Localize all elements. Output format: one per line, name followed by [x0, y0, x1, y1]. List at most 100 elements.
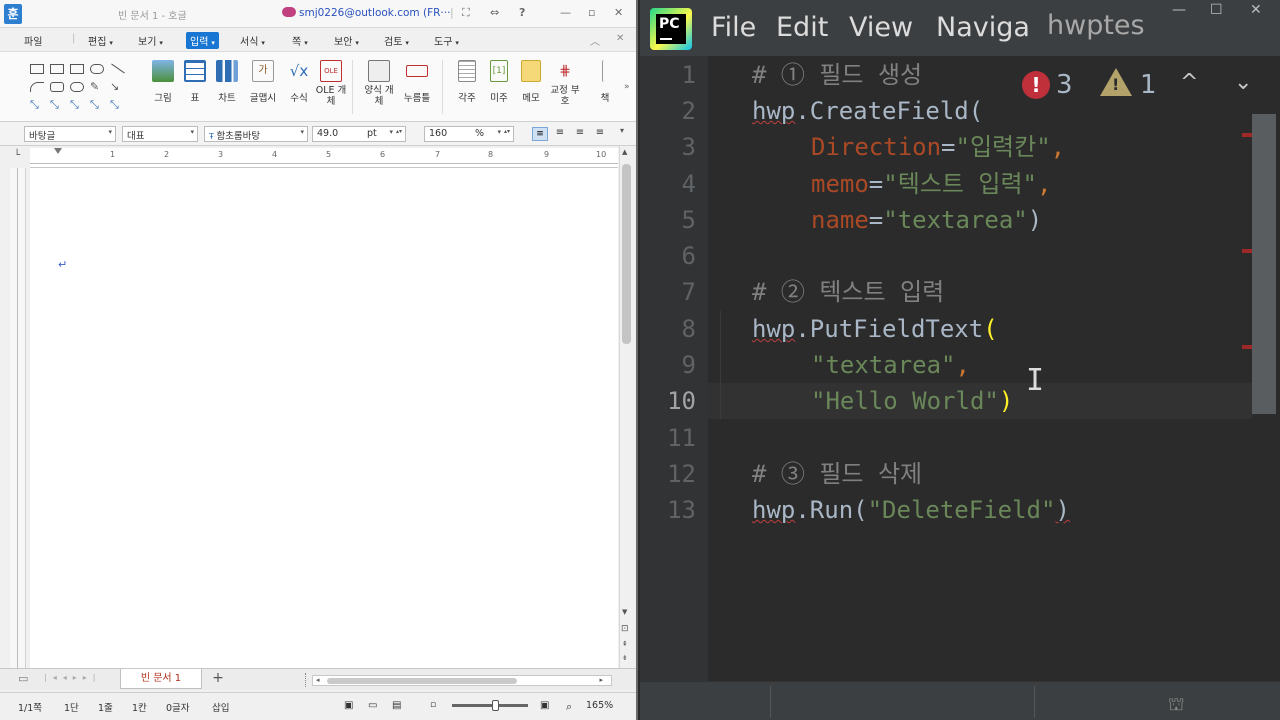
connector-3-icon[interactable]: ⤡ [70, 98, 79, 112]
insert-footnote-button[interactable]: 각주 [450, 60, 484, 104]
scroll-left-icon[interactable]: ◂ [316, 676, 320, 684]
pycharm-close-icon[interactable]: ✕ [1250, 2, 1262, 18]
maximize-icon[interactable]: ▫ [588, 6, 595, 19]
horizontal-ruler[interactable]: 1 2 3 4 5 6 7 8 9 10 [30, 148, 618, 168]
font-name-select[interactable]: Ŧ 함초롬바탕 ▾ [204, 126, 308, 142]
warning-count[interactable]: 1 [1140, 70, 1157, 100]
hwp-vertical-scrollbar[interactable]: ▲ ▼ ⊡ ⇞ ⇟ [619, 146, 633, 668]
align-left-icon[interactable]: ≡ [552, 127, 568, 141]
status-page[interactable]: 1/1쪽 [18, 700, 42, 714]
split-handle[interactable] [305, 673, 307, 687]
ribbon-expand-icon[interactable]: » [624, 82, 630, 92]
next-page-icon[interactable]: ⇟ [622, 654, 628, 662]
shape-line-icon[interactable] [111, 63, 125, 74]
editor-vertical-scrollbar[interactable] [1252, 114, 1276, 414]
tab-type-icon[interactable]: └ [10, 150, 24, 164]
code-editor[interactable]: 1 2 3 4 5 6 7 8 9 10 11 12 13 # ① 필드 생성 … [640, 56, 1280, 681]
menu-view[interactable]: 보기 ▾ [138, 33, 163, 48]
align-justify-icon[interactable]: ≡ [532, 127, 548, 141]
connector-4-icon[interactable]: ⤡ [90, 98, 99, 112]
tab-list-icon[interactable]: ▭ [18, 672, 28, 685]
shape-curve-icon[interactable] [70, 82, 84, 92]
fullscreen-icon[interactable]: ⛶ [462, 6, 470, 20]
zoom-magnifier-icon[interactable]: ⌕ [566, 700, 572, 714]
font-lang-select[interactable]: 대표 ▾ [122, 126, 198, 142]
line-spacing-select[interactable]: 160% ▾ ▴▾ [424, 126, 514, 142]
insert-equation-button[interactable]: √x 수식 [282, 60, 316, 104]
shape-textbox-icon[interactable] [30, 64, 44, 74]
view-page-icon[interactable]: ▤ [392, 700, 401, 711]
shape-rectangle-icon[interactable] [70, 64, 84, 74]
toolbar-more-icon[interactable]: ▾ [620, 126, 624, 135]
insert-form-button[interactable]: 양식 개체 [362, 60, 396, 107]
insert-chart-button[interactable]: 차트 [210, 60, 244, 104]
pycharm-minimize-icon[interactable]: — [1172, 2, 1186, 18]
insert-proof-button[interactable]: ⋕ 교정 부호 [548, 60, 582, 107]
add-tab-button[interactable]: + [208, 671, 228, 687]
help-icon[interactable]: ? [519, 6, 525, 19]
shape-ellipse-icon[interactable] [90, 64, 104, 74]
status-zoom[interactable]: 165% [586, 700, 613, 711]
shapes-gallery[interactable]: ✎ ↘ ⤡ ⤡ ⤡ ⤡ ⤡ [26, 58, 138, 116]
next-problem-icon[interactable]: ⌄ [1234, 70, 1252, 95]
style-select[interactable]: 바탕글 ▾ [24, 126, 116, 142]
menu-tools[interactable]: 도구 ▾ [434, 33, 459, 48]
shape-pen-icon[interactable]: ✎ [90, 80, 99, 93]
line-number-gutter[interactable]: 1 2 3 4 5 6 7 8 9 10 11 12 13 [640, 56, 708, 681]
zoom-slider[interactable] [452, 700, 528, 711]
menu-edit[interactable]: 편집 ▾ [88, 33, 113, 48]
inspector-icon[interactable]: ⛫ [1168, 694, 1185, 718]
insert-table-button[interactable]: 표 [178, 60, 212, 104]
pycharm-logo-icon[interactable]: PC [650, 8, 692, 50]
account-label[interactable]: smj0226@outlook.com (FR··· [282, 7, 450, 19]
document-page[interactable] [30, 168, 618, 668]
align-right-icon[interactable]: ≡ [592, 127, 608, 141]
hwp-horizontal-scrollbar[interactable]: ◂ ▸ [312, 675, 612, 686]
insert-ole-button[interactable]: OLE OLE 개체 [314, 60, 348, 107]
insert-picture-button[interactable]: 그림 [146, 60, 180, 104]
tab-blank-document[interactable]: 빈 문서 1 [120, 669, 202, 689]
hwp-hscroll-thumb[interactable] [327, 678, 517, 684]
error-icon[interactable]: ! [1022, 71, 1050, 99]
spin-icon[interactable]: ▴▾ [504, 128, 510, 135]
hwp-logo-icon[interactable]: 훈 [4, 4, 22, 24]
zoom-fit-icon[interactable]: ▣ [540, 700, 549, 711]
tab-nav-icon[interactable]: |◂◂▸▸| [44, 673, 101, 682]
pycharm-menu-navigate[interactable]: Naviga [936, 12, 1030, 43]
warning-icon[interactable]: ! [1100, 68, 1132, 96]
insert-clickhere-button[interactable]: 누름틀 [400, 60, 434, 104]
menu-format[interactable]: 서식 ▾ [240, 33, 265, 48]
prev-page-icon[interactable]: ⇞ [622, 640, 628, 648]
pycharm-menu-edit[interactable]: Edit [776, 12, 828, 43]
scroll-up-icon[interactable]: ▲ [622, 148, 627, 156]
insert-book-button[interactable]: 책 [592, 60, 618, 104]
menu-page[interactable]: 쪽 ▾ [292, 33, 308, 48]
insert-fontart-button[interactable]: 가 글맵시 [246, 60, 280, 104]
scroll-down-icon[interactable]: ▼ [622, 608, 627, 616]
minimize-icon[interactable]: — [560, 6, 571, 19]
connector-5-icon[interactable]: ⤡ [110, 98, 119, 112]
close-icon[interactable]: ✕ [614, 6, 623, 19]
view-web-icon[interactable]: ▭ [368, 700, 377, 711]
menu-file[interactable]: 파일 [24, 33, 42, 48]
ribbon-close-icon[interactable]: ✕ [616, 33, 624, 44]
pycharm-menu-file[interactable]: File [711, 12, 756, 43]
font-size-select[interactable]: 49.0 pt ▾ ▴▾ [312, 126, 406, 142]
status-insert-mode[interactable]: 삽입 [212, 700, 229, 714]
align-center-icon[interactable]: ≡ [572, 127, 588, 141]
previous-problem-icon[interactable]: ^ [1180, 70, 1198, 95]
menu-insert[interactable]: 입력 ▾ [186, 32, 219, 49]
pycharm-maximize-icon[interactable]: ☐ [1210, 2, 1223, 18]
shape-rect-icon[interactable] [50, 64, 64, 74]
indent-marker-icon[interactable] [54, 148, 62, 156]
shape-arc-icon[interactable] [30, 82, 44, 92]
zoom-slider-knob[interactable] [491, 700, 499, 711]
connector-1-icon[interactable]: ⤡ [30, 98, 39, 112]
pycharm-menu-view[interactable]: View [849, 12, 913, 43]
connector-2-icon[interactable]: ⤡ [50, 98, 59, 112]
insert-endnote-button[interactable]: [1] 미주 [482, 60, 516, 104]
zoom-out-icon[interactable]: ▫ [430, 700, 436, 710]
scroll-right-icon[interactable]: ▸ [599, 676, 603, 684]
error-count[interactable]: 3 [1056, 70, 1073, 100]
spin-icon[interactable]: ▴▾ [396, 128, 402, 135]
